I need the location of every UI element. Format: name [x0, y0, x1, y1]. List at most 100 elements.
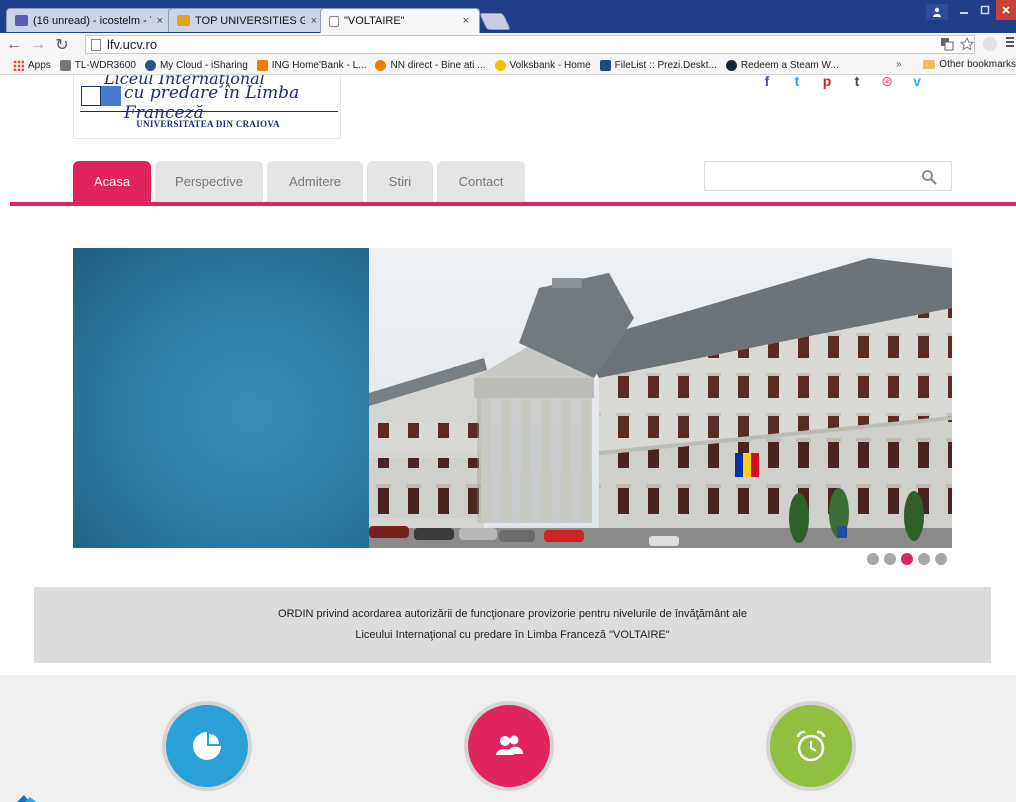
omnibox-actions [940, 37, 974, 51]
address-bar[interactable]: lfv.ucv.ro [85, 35, 975, 54]
nav-tab-contact[interactable]: Contact [437, 161, 525, 202]
back-icon[interactable]: ← [5, 36, 23, 54]
url-text: lfv.ucv.ro [107, 37, 158, 52]
search-icon[interactable] [921, 169, 937, 185]
nav-tab-stiri[interactable]: Stiri [367, 161, 433, 202]
volksbank-icon [494, 59, 506, 71]
slider-dot-1[interactable] [867, 553, 879, 565]
bookmark-filelist[interactable]: FileList :: Prezi.Deskt... [599, 59, 717, 71]
logo-divider [80, 111, 338, 112]
twitter-icon[interactable]: t [790, 75, 804, 89]
menu-icon[interactable] [1006, 35, 1014, 52]
slider-dot-4[interactable] [918, 553, 930, 565]
social-links: f t p t ⊛ v [760, 75, 924, 89]
search-field[interactable] [704, 161, 952, 191]
dribbble-icon[interactable]: ⊛ [880, 75, 894, 89]
filelist-icon [599, 59, 611, 71]
page-viewport: Liceul Internaţional cu predare în Limba… [0, 75, 1016, 802]
minimize-icon[interactable] [954, 0, 974, 20]
translate-icon[interactable] [940, 37, 954, 51]
nav-tab-admitere[interactable]: Admitere [267, 161, 363, 202]
feature-users[interactable] [464, 701, 554, 791]
pinterest-icon[interactable]: p [820, 75, 834, 89]
bookmark-label: My Cloud - iSharing [159, 59, 248, 71]
other-bookmarks-folder[interactable]: Other bookmarks [923, 59, 1016, 70]
bookmark-label: TL-WDR3600 [74, 59, 136, 71]
announcement-line-1: ORDIN privind acordarea autorizării de f… [278, 608, 747, 620]
maximize-icon[interactable] [975, 0, 995, 20]
slider-dot-3[interactable] [901, 553, 913, 565]
logo-line-3: UNIVERSITATEA DIN CRAIOVA [136, 119, 280, 129]
nn-icon [375, 59, 387, 71]
users-icon [496, 735, 523, 755]
close-tab-icon[interactable]: × [157, 15, 163, 27]
other-bookmarks-label: Other bookmarks [939, 59, 1016, 70]
bookmark-nn-direct[interactable]: NN direct - Bine ati ... [375, 59, 486, 71]
mail-icon [15, 15, 28, 26]
new-tab-button[interactable] [479, 13, 511, 30]
feature-clock[interactable] [766, 701, 856, 791]
university-building-photo [369, 248, 952, 548]
bookmarks-bar: Apps TL-WDR3600 My Cloud - iSharing ING … [0, 56, 1016, 75]
slider-dot-5[interactable] [935, 553, 947, 565]
user-icon[interactable] [926, 4, 948, 20]
nav-tab-acasa[interactable]: Acasa [73, 161, 151, 202]
features-section [0, 675, 1016, 802]
search-input[interactable] [711, 166, 911, 186]
bookmark-ing[interactable]: ING Home'Bank - L... [256, 59, 367, 71]
vimeo-icon[interactable]: v [910, 75, 924, 89]
forward-icon[interactable]: → [29, 36, 47, 54]
tab-title: TOP UNIVERSITIES GUIDE [195, 14, 305, 27]
bookmark-steam[interactable]: Redeem a Steam W... [725, 59, 839, 71]
browser-tab-mail[interactable]: (16 unread) - icostelm - Ya × [6, 8, 174, 32]
bookmark-tl-wdr3600[interactable]: TL-WDR3600 [59, 59, 136, 71]
bookmark-label: Volksbank - Home [509, 59, 591, 71]
tab-title: "VOLTAIRE" [344, 15, 405, 27]
logo-square-blue [101, 86, 121, 106]
alarm-clock-icon [796, 730, 826, 762]
bookmark-label: FileList :: Prezi.Deskt... [614, 59, 717, 71]
chart-pie-icon [193, 732, 221, 760]
partial-logo-icon [17, 795, 37, 802]
bookmarks-overflow-icon[interactable]: » [896, 59, 902, 70]
reload-icon[interactable]: ↻ [53, 35, 71, 55]
browser-toolbar: ← → ↻ lfv.ucv.ro [0, 33, 1016, 56]
announcement-line-2: Liceului Internaţional cu predare în Lim… [355, 629, 670, 641]
extension-icon[interactable] [983, 37, 997, 51]
hero-slider[interactable] [73, 248, 952, 548]
browser-tab-voltaire[interactable]: "VOLTAIRE" × [320, 8, 480, 33]
page-icon [91, 38, 101, 51]
bookmark-my-cloud[interactable]: My Cloud - iSharing [144, 59, 248, 71]
page-icon [329, 15, 339, 27]
bookmark-label: Redeem a Steam W... [740, 59, 839, 71]
slider-pagination [867, 553, 947, 565]
router-icon [59, 59, 71, 71]
browser-tab-strip: (16 unread) - icostelm - Ya × TOP UNIVER… [0, 0, 1016, 33]
feature-chart[interactable] [162, 701, 252, 791]
close-tab-icon[interactable]: × [463, 15, 469, 27]
logo-line-2: cu predare în Limba Franceză [124, 83, 300, 123]
window-close-icon[interactable] [996, 0, 1016, 20]
bookmark-label: Apps [28, 59, 51, 71]
apps-grid-icon [13, 59, 24, 71]
announcement-banner[interactable]: ORDIN privind acordarea autorizării de f… [34, 587, 991, 663]
bookmark-volksbank[interactable]: Volksbank - Home [494, 59, 591, 71]
main-nav: Acasa Perspective Admitere Stiri Contact [73, 161, 525, 202]
bookmark-label: ING Home'Bank - L... [271, 59, 367, 71]
nav-tab-perspective[interactable]: Perspective [155, 161, 263, 202]
cloud-icon [144, 59, 156, 71]
slider-dot-2[interactable] [884, 553, 896, 565]
qs-logo-icon [177, 15, 190, 26]
bookmark-apps[interactable]: Apps [13, 59, 51, 71]
site-logo[interactable]: Liceul Internaţional cu predare în Limba… [73, 75, 341, 139]
tumblr-icon[interactable]: t [850, 75, 864, 89]
bookmark-label: NN direct - Bine ati ... [390, 59, 486, 71]
star-icon[interactable] [960, 37, 974, 51]
browser-tab-universities[interactable]: TOP UNIVERSITIES GUIDE × [168, 8, 328, 32]
facebook-icon[interactable]: f [760, 75, 774, 89]
logo-square-white [81, 86, 101, 106]
nav-underline [10, 202, 1016, 206]
folder-icon [923, 60, 936, 69]
close-tab-icon[interactable]: × [311, 15, 317, 27]
lion-icon [256, 59, 268, 71]
